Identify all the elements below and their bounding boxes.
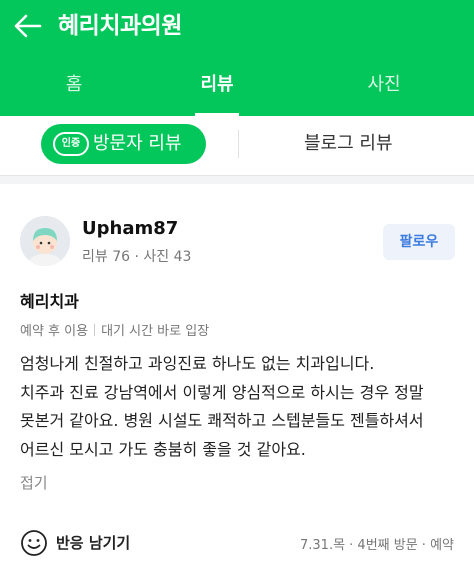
reaction-label: 반응 남기기 [56,534,131,552]
review-type-tabs: 인증 방문자 리뷰 블로그 리뷰 [0,116,474,176]
tag-separator [94,324,96,336]
section-gap [0,176,474,184]
review-line: 치주과 진료 강남역에서 이렇게 양심적으로 하시는 경우 정말 [20,382,424,402]
review-line: 어르신 모시고 가도 충붐히 좋을 것 같아요. [20,439,306,459]
tab-photos[interactable]: 사진 [324,54,444,116]
user-stats: 리뷰 76 · 사진 43 [82,249,192,265]
review-tags: 예약 후 이용 대기 시간 바로 입장 [20,320,209,339]
review-line: 못본거 같아요. 병원 시설도 쾌적하고 스텝분들도 젠틀하셔서 [20,411,424,430]
tab-reviews[interactable]: 리뷰 [157,54,277,116]
smile-icon [21,530,47,556]
review-text: 엄청나게 친절하고 과잉진료 하나도 없는 치과입니다. 치주과 진료 강남역에… [20,350,460,464]
tag-wait-time: 대기 시간 바로 입장 [101,324,210,339]
review-line: 엄청나게 친절하고 과잉진료 하나도 없는 치과입니다. [20,354,375,373]
tab-home[interactable]: 홈 [14,54,134,116]
user-avatar-icon [20,216,70,266]
fold-button[interactable]: 접기 [20,472,48,493]
username[interactable]: Upham87 [82,218,178,239]
place-name: 혜리치과 [20,292,79,311]
follow-button[interactable]: 팔로우 [383,224,455,260]
tag-reservation: 예약 후 이용 [20,324,89,339]
cert-badge: 인증 [53,132,89,156]
visit-meta: 7.31.목 · 4번째 방문 · 예약 [300,538,454,553]
avatar[interactable] [20,216,70,266]
visitor-review-tab[interactable]: 인증 방문자 리뷰 [41,124,206,164]
blog-review-tab[interactable]: 블로그 리뷰 [304,124,393,164]
page-title: 혜리치과의원 [58,13,182,39]
visitor-review-label: 방문자 리뷰 [93,133,182,154]
tab-bar: 홈 리뷰 사진 [0,54,474,116]
arrow-left-icon[interactable] [12,10,44,42]
divider [238,130,239,158]
top-bar: 혜리치과의원 [0,0,474,54]
